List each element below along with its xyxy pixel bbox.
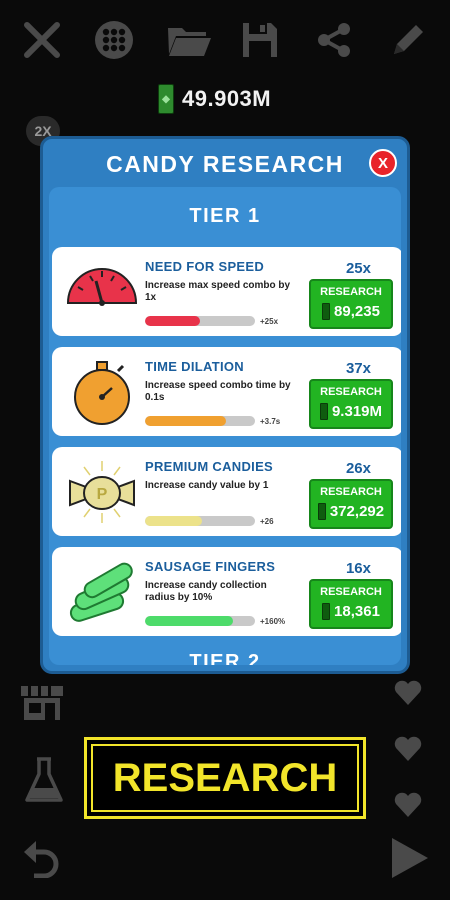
research-button[interactable]: RESEARCH 18,361: [309, 579, 393, 629]
research-cost: 9.319M: [331, 403, 383, 420]
save-icon[interactable]: [240, 20, 280, 60]
research-panel: CANDY RESEARCH X TIER 1 NEED FOR SPEED I…: [40, 136, 410, 674]
research-name: PREMIUM CANDIES: [145, 459, 274, 474]
grid-icon[interactable]: [94, 20, 134, 60]
premium-candy-icon: P: [66, 457, 138, 527]
panel-title: CANDY RESEARCH: [106, 151, 344, 177]
tier-2-header: TIER 2: [189, 651, 261, 665]
research-button-label: RESEARCH: [320, 586, 382, 598]
research-name: TIME DILATION: [145, 359, 244, 374]
cash-icon: ◆: [158, 84, 174, 114]
research-button[interactable]: RESEARCH 372,292: [309, 479, 393, 529]
cash-icon: [322, 303, 331, 320]
research-card-time-dilation: TIME DILATION Increase speed combo time …: [52, 347, 401, 436]
screen-title-banner: RESEARCH: [84, 737, 366, 819]
research-progress-bar: [145, 516, 255, 526]
research-name: NEED FOR SPEED: [145, 259, 265, 274]
progress-fill: [145, 416, 227, 426]
flask-icon[interactable]: [24, 756, 64, 806]
research-increment: +25x: [260, 317, 279, 326]
research-card-premium-candies: P PREMIUM CANDIES Increase candy value b…: [52, 447, 401, 536]
close-icon[interactable]: [22, 20, 62, 60]
research-description: Increase candy collection radius by 10%: [145, 580, 267, 603]
folder-icon[interactable]: [166, 20, 212, 60]
heart-icon: [394, 792, 422, 818]
research-cost: 18,361: [334, 603, 380, 620]
research-name: SAUSAGE FINGERS: [145, 559, 276, 574]
research-level: 26x: [345, 460, 371, 477]
research-button-label: RESEARCH: [320, 286, 382, 298]
research-progress-bar: [145, 416, 255, 426]
close-panel-button[interactable]: X: [369, 149, 397, 177]
research-progress-bar: [145, 616, 255, 626]
sausage-fingers-icon: [66, 557, 138, 627]
stopwatch-icon: [66, 357, 138, 427]
screen-title: RESEARCH: [91, 744, 359, 812]
research-level: 25x: [345, 260, 371, 277]
research-button-label: RESEARCH: [320, 386, 382, 398]
research-description: Increase candy value by 1: [145, 480, 269, 491]
cash-icon: [319, 403, 328, 420]
money-amount: 49.903M: [182, 86, 272, 111]
research-button[interactable]: RESEARCH 9.319M: [309, 379, 393, 429]
undo-icon[interactable]: [22, 838, 64, 879]
heart-icon: [394, 736, 422, 762]
play-icon[interactable]: [390, 836, 430, 880]
research-level: 16x: [345, 560, 371, 577]
research-button[interactable]: RESEARCH 89,235: [309, 279, 393, 329]
pencil-icon[interactable]: [388, 20, 428, 60]
money-display: ◆ 49.903M: [158, 84, 271, 114]
research-increment: +3.7s: [260, 417, 281, 426]
research-description: Increase speed combo time by 0.1s: [145, 380, 291, 403]
heart-icon: [394, 680, 422, 706]
cash-icon: [317, 503, 326, 520]
shop-icon[interactable]: [19, 680, 65, 722]
research-description: Increase max speed combo by 1x: [145, 280, 291, 303]
research-card-need-for-speed: NEED FOR SPEED Increase max speed combo …: [52, 247, 401, 336]
speedometer-icon: [66, 257, 138, 327]
svg-text:P: P: [97, 486, 108, 503]
research-increment: +160%: [260, 617, 286, 626]
share-icon[interactable]: [314, 20, 354, 60]
research-progress-bar: [145, 316, 255, 326]
research-increment: +26: [260, 517, 274, 526]
progress-fill: [145, 516, 203, 526]
progress-fill: [145, 316, 200, 326]
tier-1-header: TIER 1: [189, 205, 261, 227]
research-button-label: RESEARCH: [320, 486, 382, 498]
progress-fill: [145, 616, 233, 626]
research-card-sausage-fingers: SAUSAGE FINGERS Increase candy collectio…: [52, 547, 401, 636]
research-cost: 372,292: [329, 503, 385, 520]
research-level: 37x: [345, 360, 371, 377]
research-list[interactable]: TIER 1 NEED FOR SPEED Increase max speed…: [49, 187, 401, 665]
cash-icon: [322, 603, 331, 620]
research-cost: 89,235: [334, 303, 380, 320]
